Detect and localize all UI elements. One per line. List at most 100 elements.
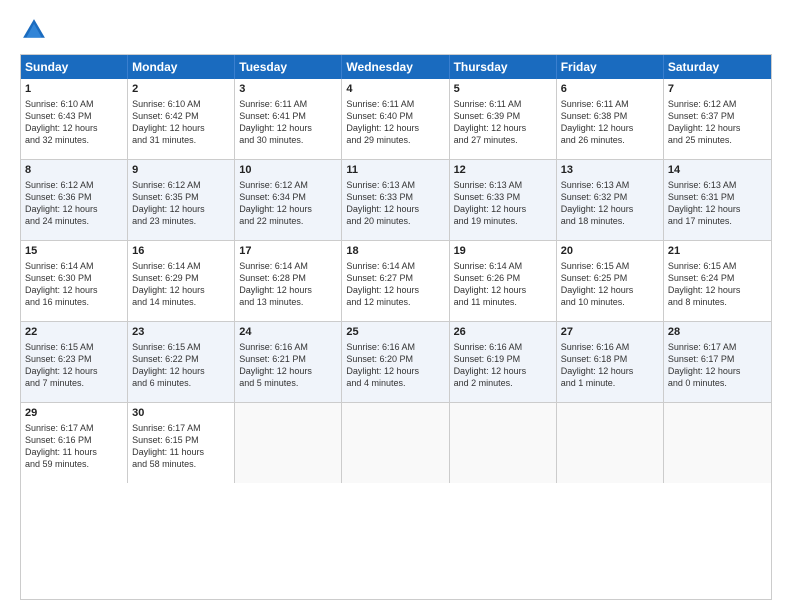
cell-info-line: Sunrise: 6:12 AM <box>25 179 123 191</box>
calendar-cell-r3-c3: 17Sunrise: 6:14 AMSunset: 6:28 PMDayligh… <box>235 241 342 321</box>
calendar-cell-r5-c5 <box>450 403 557 483</box>
cell-info-line: Daylight: 12 hours <box>454 284 552 296</box>
day-number: 15 <box>25 244 123 259</box>
day-number: 3 <box>239 82 337 97</box>
calendar-header: Sunday Monday Tuesday Wednesday Thursday… <box>21 55 771 79</box>
day-number: 22 <box>25 325 123 340</box>
day-number: 2 <box>132 82 230 97</box>
cell-info-line: Sunset: 6:29 PM <box>132 272 230 284</box>
logo-icon <box>20 16 48 44</box>
cell-info-line: Daylight: 12 hours <box>561 365 659 377</box>
calendar-cell-r1-c5: 5Sunrise: 6:11 AMSunset: 6:39 PMDaylight… <box>450 79 557 159</box>
cell-info-line: Sunrise: 6:16 AM <box>346 341 444 353</box>
cell-info-line: Sunset: 6:39 PM <box>454 110 552 122</box>
calendar-row-3: 15Sunrise: 6:14 AMSunset: 6:30 PMDayligh… <box>21 241 771 322</box>
cell-info-line: and 6 minutes. <box>132 377 230 389</box>
cell-info-line: Daylight: 12 hours <box>346 284 444 296</box>
cell-info-line: and 19 minutes. <box>454 215 552 227</box>
day-number: 4 <box>346 82 444 97</box>
cell-info-line: and 14 minutes. <box>132 296 230 308</box>
calendar-cell-r4-c4: 25Sunrise: 6:16 AMSunset: 6:20 PMDayligh… <box>342 322 449 402</box>
day-number: 29 <box>25 406 123 421</box>
cell-info-line: Sunrise: 6:12 AM <box>668 98 767 110</box>
day-number: 17 <box>239 244 337 259</box>
cell-info-line: Sunrise: 6:13 AM <box>561 179 659 191</box>
cell-info-line: Sunset: 6:38 PM <box>561 110 659 122</box>
cell-info-line: Sunrise: 6:10 AM <box>132 98 230 110</box>
day-number: 26 <box>454 325 552 340</box>
cell-info-line: and 22 minutes. <box>239 215 337 227</box>
cell-info-line: Daylight: 12 hours <box>132 284 230 296</box>
calendar-row-1: 1Sunrise: 6:10 AMSunset: 6:43 PMDaylight… <box>21 79 771 160</box>
cell-info-line: Daylight: 12 hours <box>132 365 230 377</box>
cell-info-line: Sunrise: 6:15 AM <box>668 260 767 272</box>
cell-info-line: and 18 minutes. <box>561 215 659 227</box>
day-number: 19 <box>454 244 552 259</box>
cell-info-line: Sunset: 6:28 PM <box>239 272 337 284</box>
calendar-cell-r4-c6: 27Sunrise: 6:16 AMSunset: 6:18 PMDayligh… <box>557 322 664 402</box>
cell-info-line: Daylight: 12 hours <box>132 203 230 215</box>
cell-info-line: Sunrise: 6:16 AM <box>454 341 552 353</box>
cell-info-line: and 0 minutes. <box>668 377 767 389</box>
cell-info-line: Sunset: 6:32 PM <box>561 191 659 203</box>
cell-info-line: Sunrise: 6:16 AM <box>239 341 337 353</box>
cell-info-line: Sunrise: 6:14 AM <box>346 260 444 272</box>
cell-info-line: Daylight: 12 hours <box>239 284 337 296</box>
cell-info-line: Daylight: 12 hours <box>346 203 444 215</box>
cell-info-line: and 8 minutes. <box>668 296 767 308</box>
cell-info-line: Daylight: 12 hours <box>25 365 123 377</box>
calendar-cell-r4-c5: 26Sunrise: 6:16 AMSunset: 6:19 PMDayligh… <box>450 322 557 402</box>
cell-info-line: Sunrise: 6:17 AM <box>132 422 230 434</box>
cell-info-line: Sunrise: 6:17 AM <box>25 422 123 434</box>
cell-info-line: Sunset: 6:42 PM <box>132 110 230 122</box>
cell-info-line: Sunrise: 6:13 AM <box>668 179 767 191</box>
calendar-cell-r3-c6: 20Sunrise: 6:15 AMSunset: 6:25 PMDayligh… <box>557 241 664 321</box>
day-number: 8 <box>25 163 123 178</box>
calendar-cell-r3-c4: 18Sunrise: 6:14 AMSunset: 6:27 PMDayligh… <box>342 241 449 321</box>
cell-info-line: and 59 minutes. <box>25 458 123 470</box>
calendar-cell-r3-c5: 19Sunrise: 6:14 AMSunset: 6:26 PMDayligh… <box>450 241 557 321</box>
calendar-cell-r4-c2: 23Sunrise: 6:15 AMSunset: 6:22 PMDayligh… <box>128 322 235 402</box>
cell-info-line: and 23 minutes. <box>132 215 230 227</box>
calendar-cell-r5-c7 <box>664 403 771 483</box>
calendar-cell-r3-c7: 21Sunrise: 6:15 AMSunset: 6:24 PMDayligh… <box>664 241 771 321</box>
cell-info-line: Daylight: 12 hours <box>454 203 552 215</box>
day-number: 5 <box>454 82 552 97</box>
calendar: Sunday Monday Tuesday Wednesday Thursday… <box>20 54 772 600</box>
cell-info-line: and 29 minutes. <box>346 134 444 146</box>
header-thursday: Thursday <box>450 55 557 79</box>
cell-info-line: Sunset: 6:24 PM <box>668 272 767 284</box>
calendar-cell-r2-c4: 11Sunrise: 6:13 AMSunset: 6:33 PMDayligh… <box>342 160 449 240</box>
header-friday: Friday <box>557 55 664 79</box>
cell-info-line: and 11 minutes. <box>454 296 552 308</box>
cell-info-line: Sunrise: 6:10 AM <box>25 98 123 110</box>
day-number: 14 <box>668 163 767 178</box>
cell-info-line: Sunrise: 6:15 AM <box>561 260 659 272</box>
day-number: 25 <box>346 325 444 340</box>
cell-info-line: Sunset: 6:18 PM <box>561 353 659 365</box>
cell-info-line: Sunset: 6:27 PM <box>346 272 444 284</box>
cell-info-line: Sunrise: 6:16 AM <box>561 341 659 353</box>
cell-info-line: and 5 minutes. <box>239 377 337 389</box>
cell-info-line: Daylight: 12 hours <box>454 365 552 377</box>
calendar-cell-r1-c7: 7Sunrise: 6:12 AMSunset: 6:37 PMDaylight… <box>664 79 771 159</box>
cell-info-line: Sunrise: 6:17 AM <box>668 341 767 353</box>
header-sunday: Sunday <box>21 55 128 79</box>
cell-info-line: and 24 minutes. <box>25 215 123 227</box>
cell-info-line: Sunrise: 6:14 AM <box>25 260 123 272</box>
cell-info-line: Sunrise: 6:15 AM <box>132 341 230 353</box>
calendar-cell-r5-c2: 30Sunrise: 6:17 AMSunset: 6:15 PMDayligh… <box>128 403 235 483</box>
cell-info-line: and 2 minutes. <box>454 377 552 389</box>
cell-info-line: Sunrise: 6:11 AM <box>561 98 659 110</box>
cell-info-line: Sunset: 6:23 PM <box>25 353 123 365</box>
cell-info-line: Sunset: 6:35 PM <box>132 191 230 203</box>
header-saturday: Saturday <box>664 55 771 79</box>
cell-info-line: and 17 minutes. <box>668 215 767 227</box>
cell-info-line: and 20 minutes. <box>346 215 444 227</box>
cell-info-line: Daylight: 12 hours <box>25 284 123 296</box>
cell-info-line: Sunrise: 6:14 AM <box>454 260 552 272</box>
header <box>20 16 772 44</box>
cell-info-line: and 26 minutes. <box>561 134 659 146</box>
day-number: 9 <box>132 163 230 178</box>
cell-info-line: Sunset: 6:41 PM <box>239 110 337 122</box>
